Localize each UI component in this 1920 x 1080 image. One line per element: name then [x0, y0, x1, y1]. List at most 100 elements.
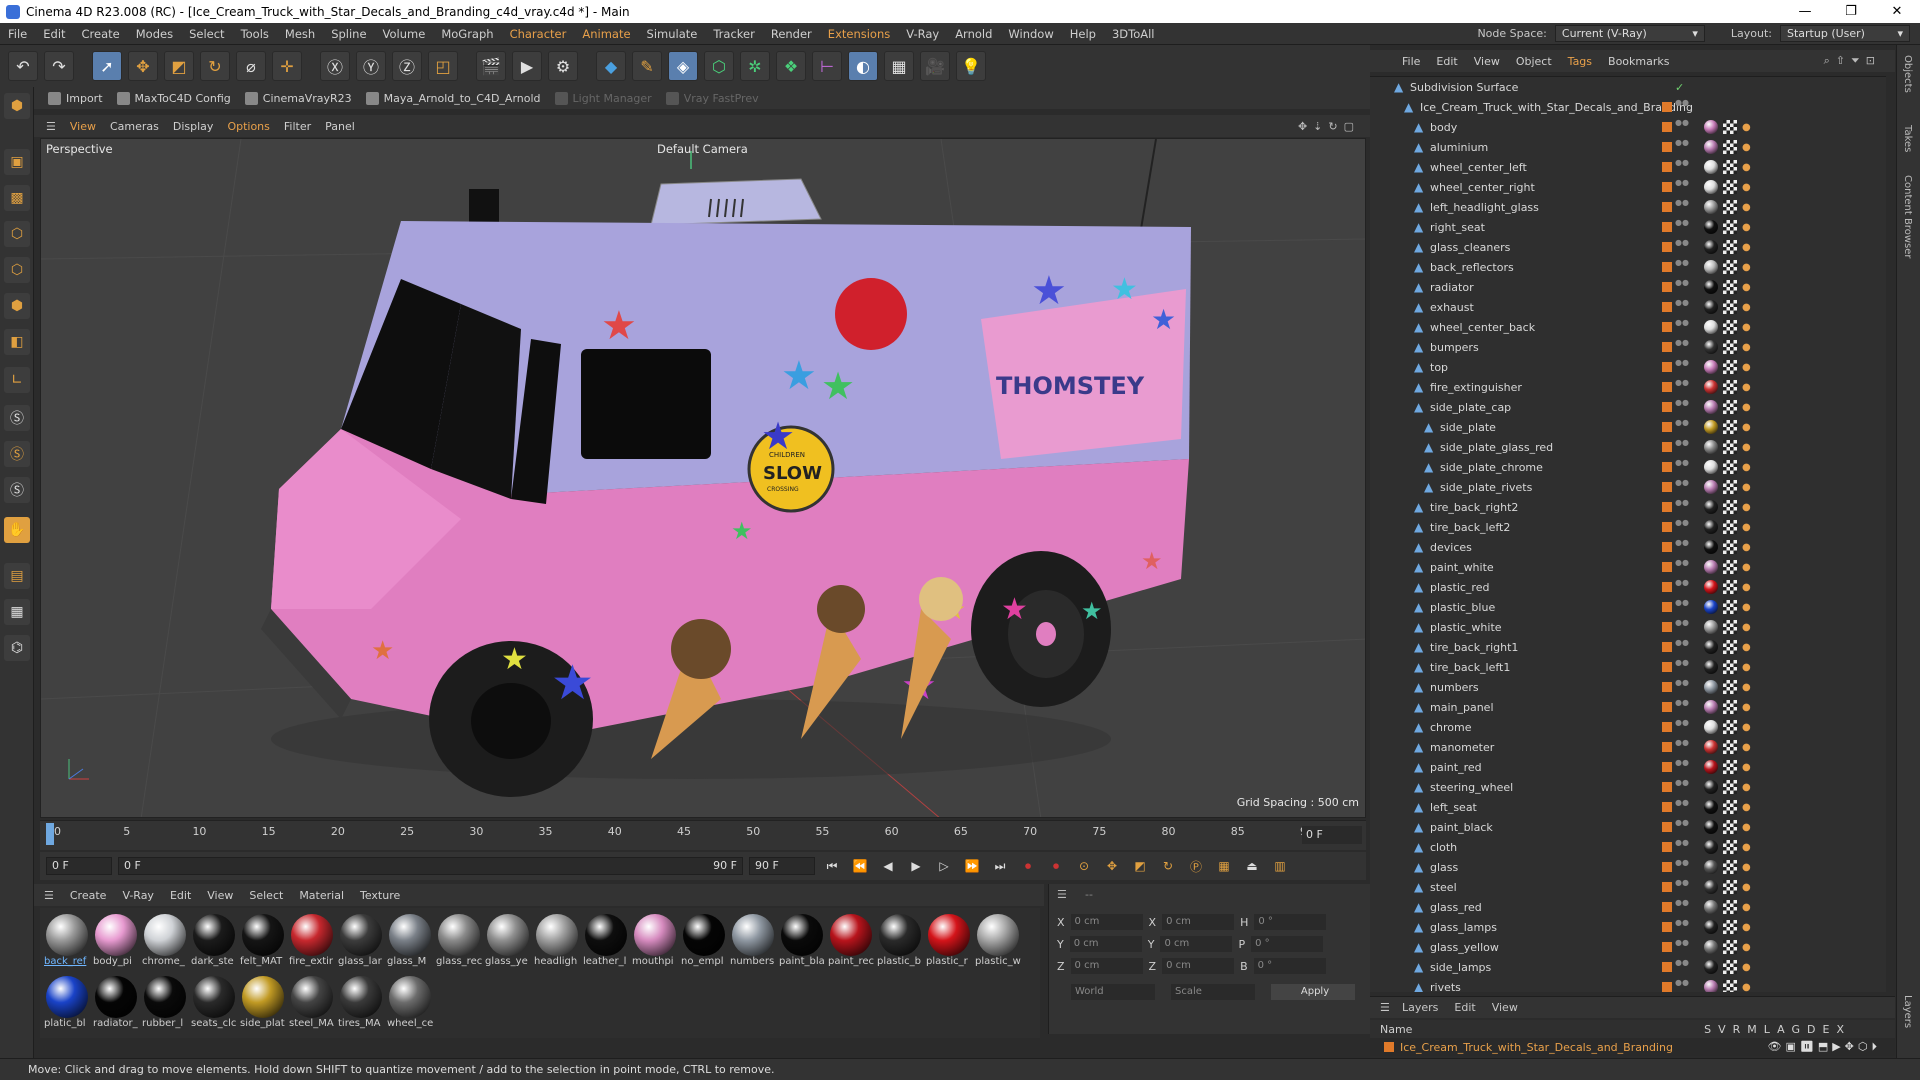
layer-color-icon[interactable]: [1662, 902, 1672, 912]
menu-3dtoall[interactable]: 3DToAll: [1104, 27, 1163, 41]
timeline-window-icon[interactable]: ⏏: [1241, 855, 1263, 877]
material-tag-icon[interactable]: [1704, 760, 1718, 774]
object-row[interactable]: ▲ side_lamps ●● ●: [1370, 957, 1886, 977]
layer-color-icon[interactable]: [1662, 722, 1672, 732]
phong-tag-icon[interactable]: ●: [1742, 542, 1751, 553]
objmgr-search-icons[interactable]: ⌕⇧⏷⊡: [1824, 54, 1895, 68]
visibility-dots-icon[interactable]: ●●: [1675, 979, 1689, 992]
material-swatch[interactable]: glass_M: [387, 914, 433, 974]
visibility-dots-icon[interactable]: ●●: [1675, 699, 1689, 714]
phong-tag-icon[interactable]: ●: [1742, 922, 1751, 933]
material-swatch[interactable]: headligh: [534, 914, 580, 974]
enabled-check-icon[interactable]: ✓: [1675, 81, 1684, 94]
visibility-dots-icon[interactable]: ●●: [1675, 599, 1689, 614]
visibility-dots-icon[interactable]: ●●: [1675, 99, 1689, 114]
material-tag-icon[interactable]: [1704, 900, 1718, 914]
menu-extensions[interactable]: Extensions: [820, 27, 898, 41]
texture-tag-icon[interactable]: [1723, 760, 1737, 774]
polygons-mode-icon[interactable]: ⬢: [4, 293, 30, 319]
timeline-ruler[interactable]: 051015202530354045505560657075808590 0 F: [40, 820, 1366, 850]
phong-tag-icon[interactable]: ●: [1742, 222, 1751, 233]
texture-tag-icon[interactable]: [1723, 400, 1737, 414]
visibility-dots-icon[interactable]: ●●: [1675, 959, 1689, 974]
material-tag-icon[interactable]: [1704, 440, 1718, 454]
material-swatch[interactable]: leather_l: [583, 914, 629, 974]
plugin-maxtoc4d[interactable]: MaxToC4D Config: [116, 91, 231, 105]
texture-tag-icon[interactable]: [1723, 180, 1737, 194]
phong-tag-icon[interactable]: ●: [1742, 622, 1751, 633]
axis-mode-icon[interactable]: ∟: [4, 367, 30, 393]
layer-color-icon[interactable]: [1662, 322, 1672, 332]
render-picture-viewer-icon[interactable]: ▶: [512, 51, 542, 81]
go-to-end-icon[interactable]: ⏭: [989, 855, 1011, 877]
visibility-dots-icon[interactable]: ●●: [1675, 879, 1689, 894]
layer-color-icon[interactable]: [1662, 822, 1672, 832]
maximize-button[interactable]: ❐: [1828, 4, 1874, 19]
material-tag-icon[interactable]: [1704, 840, 1718, 854]
phong-tag-icon[interactable]: ●: [1742, 662, 1751, 673]
tab-content-browser[interactable]: Content Browser: [1902, 175, 1913, 258]
object-row[interactable]: ▲ aluminium ●● ●: [1370, 137, 1886, 157]
object-row[interactable]: ▲ tire_back_left2 ●● ●: [1370, 517, 1886, 537]
key-pla-icon[interactable]: ▦: [1213, 855, 1235, 877]
material-tag-icon[interactable]: [1704, 540, 1718, 554]
workplane-icon[interactable]: ▤: [4, 563, 30, 589]
texture-tag-icon[interactable]: [1723, 840, 1737, 854]
material-tag-icon[interactable]: [1704, 400, 1718, 414]
coords-hamburger-icon[interactable]: ☰: [1057, 888, 1067, 901]
visibility-dots-icon[interactable]: ●●: [1675, 619, 1689, 634]
layer-color-icon[interactable]: [1662, 482, 1672, 492]
material-swatch[interactable]: plastic_b: [877, 914, 923, 974]
menu-spline[interactable]: Spline: [323, 27, 374, 41]
menu-modes[interactable]: Modes: [128, 27, 181, 41]
texture-tag-icon[interactable]: [1723, 360, 1737, 374]
material-tag-icon[interactable]: [1704, 640, 1718, 654]
layers-hamburger-icon[interactable]: ☰: [1380, 1001, 1390, 1014]
texture-tag-icon[interactable]: [1723, 460, 1737, 474]
extrude-generator-icon[interactable]: ⬡: [704, 51, 734, 81]
phong-tag-icon[interactable]: ●: [1742, 142, 1751, 153]
cloner-icon[interactable]: ✲: [740, 51, 770, 81]
menu-select[interactable]: Select: [181, 27, 232, 41]
material-tag-icon[interactable]: [1704, 500, 1718, 514]
objmgr-menu-view[interactable]: View: [1474, 55, 1500, 68]
material-tag-icon[interactable]: [1704, 560, 1718, 574]
viewport-menu-cameras[interactable]: Cameras: [110, 120, 159, 133]
phong-tag-icon[interactable]: ●: [1742, 962, 1751, 973]
phong-tag-icon[interactable]: ●: [1742, 942, 1751, 953]
material-tag-icon[interactable]: [1704, 160, 1718, 174]
material-tag-icon[interactable]: [1704, 340, 1718, 354]
texture-tag-icon[interactable]: [1723, 960, 1737, 974]
pos-z-field[interactable]: 0 cm: [1070, 958, 1143, 974]
object-row[interactable]: ▲ plastic_white ●● ●: [1370, 617, 1886, 637]
material-tag-icon[interactable]: [1704, 120, 1718, 134]
viewport-hamburger-icon[interactable]: ☰: [46, 120, 56, 133]
layer-color-icon[interactable]: [1662, 162, 1672, 172]
object-row[interactable]: ▲ tire_back_left1 ●● ●: [1370, 657, 1886, 677]
texture-tag-icon[interactable]: [1723, 920, 1737, 934]
key-parameter-icon[interactable]: Ⓟ: [1185, 855, 1207, 877]
mat-menu-view[interactable]: View: [207, 889, 233, 902]
visibility-dots-icon[interactable]: ●●: [1675, 819, 1689, 834]
material-swatch[interactable]: seats_clc: [191, 976, 237, 1036]
texture-tag-icon[interactable]: [1723, 640, 1737, 654]
layer-color-icon[interactable]: [1662, 582, 1672, 592]
material-swatch[interactable]: plastic_w: [975, 914, 1021, 974]
phong-tag-icon[interactable]: ●: [1742, 582, 1751, 593]
node-space-dropdown[interactable]: Current (V-Ray) ▾: [1554, 25, 1705, 42]
phong-tag-icon[interactable]: ●: [1742, 282, 1751, 293]
viewport-menu-filter[interactable]: Filter: [284, 120, 311, 133]
rot-p-field[interactable]: 0 °: [1251, 936, 1324, 952]
texture-tag-icon[interactable]: [1723, 300, 1737, 314]
z-axis-lock-icon[interactable]: Ⓩ: [392, 51, 422, 81]
material-tag-icon[interactable]: [1704, 580, 1718, 594]
texture-mode-icon[interactable]: ▩: [4, 185, 30, 211]
texture-tag-icon[interactable]: [1723, 680, 1737, 694]
texture-tag-icon[interactable]: [1723, 860, 1737, 874]
material-swatch[interactable]: tires_MA: [338, 976, 384, 1036]
viewport-menu-panel[interactable]: Panel: [325, 120, 355, 133]
phong-tag-icon[interactable]: ●: [1742, 822, 1751, 833]
visibility-dots-icon[interactable]: ●●: [1675, 839, 1689, 854]
material-swatch[interactable]: felt_MAT: [240, 914, 286, 974]
material-hamburger-icon[interactable]: ☰: [44, 889, 54, 902]
